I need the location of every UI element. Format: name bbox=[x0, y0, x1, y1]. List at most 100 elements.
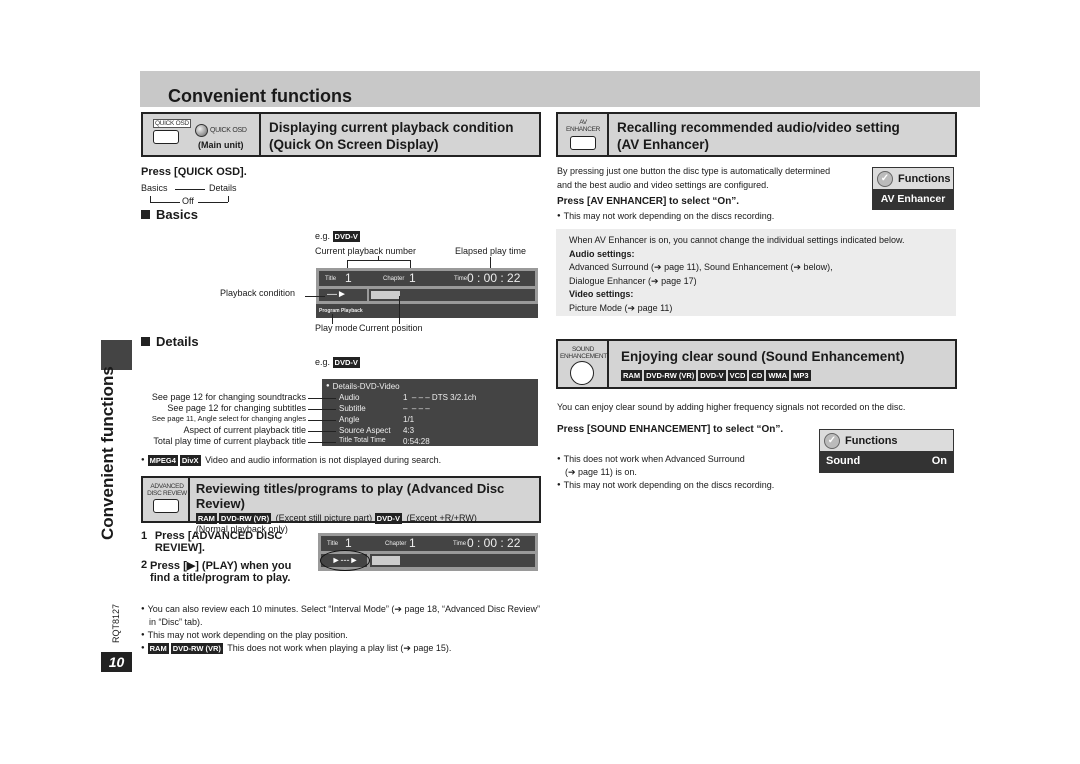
av-enhancer-instruction: Press [AV ENHANCER] to select “On”. bbox=[557, 196, 740, 207]
advanced-review-button-label: ADVANCED DISC REVIEW bbox=[147, 483, 187, 497]
details-osd-value: 1/1 bbox=[403, 415, 415, 424]
advanced-review-button[interactable] bbox=[153, 499, 179, 513]
av-enhancer-button[interactable] bbox=[570, 136, 596, 150]
step-text: Press [ADVANCED DISC REVIEW]. bbox=[154, 530, 283, 554]
quick-osd-title-line1: Displaying current playback condition bbox=[269, 120, 514, 135]
disc-type-badge: WMA bbox=[766, 370, 790, 382]
cycle-line-bottom-left bbox=[150, 202, 180, 203]
osd-chapter-value: 1 bbox=[409, 271, 416, 285]
callout-line bbox=[308, 398, 336, 399]
step-2: 2 Press [▶] (PLAY) when you find a title… bbox=[141, 559, 311, 584]
osd-time-label: Time bbox=[453, 541, 467, 547]
compat-text1: (Except still picture part) bbox=[275, 513, 373, 523]
osd-title-label: Title bbox=[327, 541, 339, 547]
functions-name: Sound Enhancement bbox=[826, 455, 899, 488]
functions-value-row: Sound Enhancement On bbox=[820, 451, 953, 488]
details-osd-label: Title Total Time bbox=[339, 437, 386, 444]
av-enhancer-button-cell: AV ENHANCER bbox=[558, 114, 609, 155]
cycle-details: Details bbox=[209, 183, 237, 193]
restrictions-intro: When AV Enhancer is on, you cannot chang… bbox=[569, 235, 905, 245]
main-unit-caption: (Main unit) bbox=[198, 140, 244, 150]
advanced-review-osd: Title 1 Chapter 1 Time 0 : 00 : 22 ►---► bbox=[318, 533, 538, 571]
audio-settings-line1: Advanced Surround (➔ page 11), Sound Enh… bbox=[569, 262, 833, 272]
av-enhancer-title: Recalling recommended audio/video settin… bbox=[609, 114, 908, 155]
details-callout: See page 12 for changing subtitles bbox=[167, 403, 306, 413]
basics-heading-text: Basics bbox=[156, 207, 198, 222]
osd-time-value: 0 : 00 : 22 bbox=[467, 271, 521, 285]
av-enhancer-restrictions-box: When AV Enhancer is on, you cannot chang… bbox=[556, 229, 956, 316]
playback-condition-pointer bbox=[305, 296, 325, 297]
details-callout: Aspect of current playback title bbox=[183, 425, 306, 435]
callout-line bbox=[308, 409, 336, 410]
details-heading-text: Details bbox=[156, 334, 199, 349]
note-3: RAMDVD-RW (VR) This does not work when p… bbox=[141, 642, 541, 655]
disc-type-badge: MP3 bbox=[791, 370, 811, 382]
osd-title-value: 1 bbox=[345, 536, 352, 550]
sound-enhancement-button-label: SOUND ENHANCEMENT bbox=[560, 346, 607, 360]
av-note-text: This may not work depending on the discs… bbox=[563, 211, 775, 221]
step-1: 1 Press [ADVANCED DISC REVIEW]. bbox=[141, 530, 311, 554]
advanced-review-notes: You can also review each 10 minutes. Sel… bbox=[141, 603, 541, 655]
details-osd-value: 4:3 bbox=[403, 426, 415, 435]
callout-current-position: Current position bbox=[359, 323, 423, 333]
fast-forward-scan-icon: ►---► bbox=[320, 550, 370, 571]
se-note-text: This does not work when Advanced Surroun… bbox=[563, 454, 745, 477]
step-number: 2 bbox=[141, 559, 148, 571]
bracket-top bbox=[347, 260, 411, 261]
advanced-review-title-cell: Reviewing titles/programs to play (Advan… bbox=[190, 478, 539, 534]
video-settings-heading: Video settings: bbox=[569, 289, 634, 299]
av-enhancer-note: This may not work depending on the discs… bbox=[557, 211, 774, 221]
details-callout: See page 12 for changing soundtracks bbox=[151, 392, 306, 402]
disc-type-badge: CD bbox=[749, 370, 765, 382]
quick-osd-section-header: QUICK OSD QUICK OSD (Main unit) Displayi… bbox=[141, 112, 541, 157]
osd-chapter-value: 1 bbox=[409, 536, 416, 550]
callout-line bbox=[308, 420, 336, 421]
sound-enhancement-button[interactable] bbox=[570, 361, 594, 385]
details-osd-value: 1 – – – DTS 3/2.1ch bbox=[403, 393, 477, 402]
disc-type-badge: DVD-RW (VR) bbox=[644, 370, 697, 382]
note-1: You can also review each 10 minutes. Sel… bbox=[141, 603, 541, 629]
video-settings-line1: Picture Mode (➔ page 11) bbox=[569, 302, 673, 313]
side-vertical-label: Convenient functions bbox=[98, 366, 117, 540]
play-arrow-icon: —► bbox=[327, 289, 347, 300]
osd-play-mode-text: Program Playback bbox=[319, 308, 363, 314]
sound-enhancement-intro: You can enjoy clear sound by adding high… bbox=[557, 402, 906, 412]
functions-value: On bbox=[931, 455, 947, 467]
functions-label: Functions bbox=[845, 434, 898, 447]
cycle-line-right bbox=[228, 196, 229, 202]
sound-enhancement-button-cell: SOUND ENHANCEMENT bbox=[558, 341, 609, 387]
eg-badge: DVD-V bbox=[332, 357, 360, 369]
av-functions-display: ✓ Functions AV Enhancer On bbox=[872, 167, 954, 225]
basics-heading: Basics bbox=[141, 207, 198, 222]
note-text: This does not work when playing a play l… bbox=[227, 643, 452, 653]
quick-osd-main-unit-label: QUICK OSD bbox=[210, 127, 247, 134]
details-osd-label: Source Aspect bbox=[339, 426, 391, 435]
callout-line bbox=[308, 442, 336, 443]
details-osd-label: Angle bbox=[339, 415, 360, 424]
badge-dvd-v: DVD-V bbox=[374, 513, 403, 525]
av-enhancer-button-label: AV ENHANCER bbox=[565, 119, 601, 133]
badge-dvd-rw-vr: DVD-RW (VR) bbox=[170, 643, 223, 655]
callout-current-playback-number: Current playback number bbox=[315, 246, 417, 256]
osd-time-value: 0 : 00 : 22 bbox=[467, 536, 521, 550]
av-enhancer-section-header: AV ENHANCER Recalling recommended audio/v… bbox=[556, 112, 957, 157]
functions-header: ✓ Functions bbox=[873, 168, 953, 189]
details-callout: Total play time of current playback titl… bbox=[153, 436, 306, 446]
details-note: MPEG4DivX Video and audio information is… bbox=[141, 455, 441, 467]
sound-enhancement-instruction: Press [SOUND ENHANCEMENT] to select “On”… bbox=[557, 424, 784, 435]
disc-type-badge: DVD-V bbox=[698, 370, 726, 382]
bracket-center bbox=[378, 256, 379, 261]
functions-value: AV Enhancer On bbox=[873, 189, 953, 225]
quick-osd-button-cell: QUICK OSD QUICK OSD (Main unit) bbox=[143, 114, 261, 155]
badge-mpeg4: MPEG4 bbox=[147, 455, 178, 467]
se-note-2: This may not work depending on the discs… bbox=[557, 479, 807, 492]
details-osd-title: Details-DVD-Video bbox=[326, 382, 400, 391]
details-osd-value: – – – – bbox=[403, 404, 430, 413]
step-text: Press [▶] (PLAY) when you find a title/p… bbox=[150, 560, 292, 584]
checkbox-icon: ✓ bbox=[824, 432, 840, 449]
cycle-line-bottom-right bbox=[198, 202, 228, 203]
quick-osd-main-unit-button[interactable] bbox=[195, 124, 208, 137]
osd-position-bar bbox=[370, 554, 535, 567]
badge-dvd-rw-vr: DVD-RW (VR) bbox=[218, 513, 272, 525]
quick-osd-remote-button[interactable] bbox=[153, 130, 179, 144]
